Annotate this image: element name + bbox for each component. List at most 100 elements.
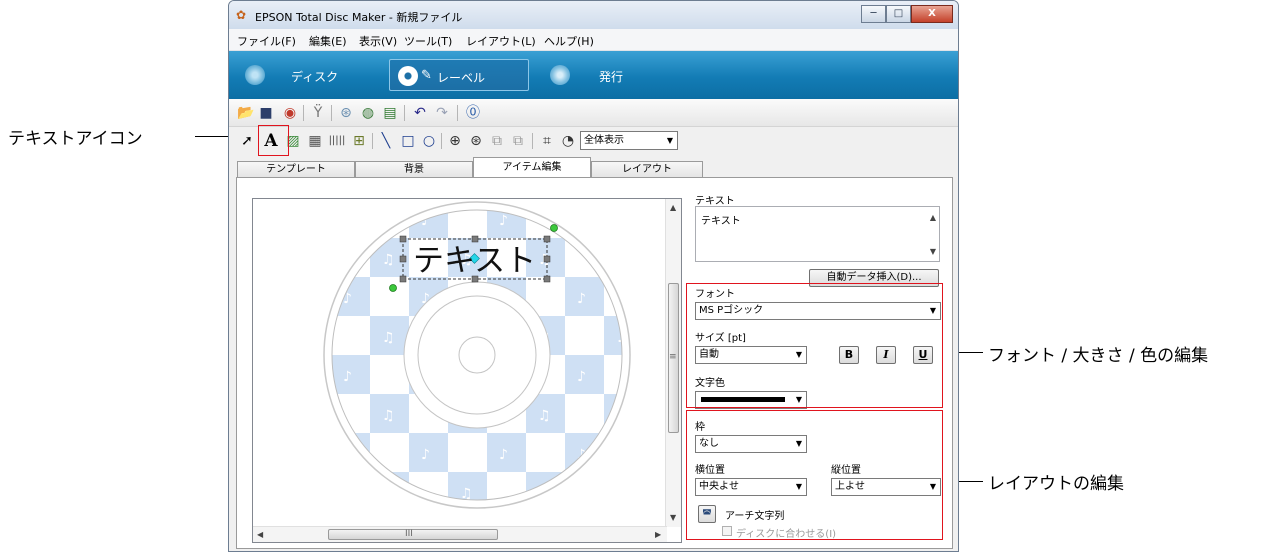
menu-view[interactable]: 表示(V) — [359, 33, 397, 49]
toolbar-separator — [404, 105, 405, 121]
toolbar-separator — [303, 105, 304, 121]
vertical-position-select[interactable]: 上よせ ▼ — [831, 478, 941, 496]
pen-icon: ✎ — [421, 68, 432, 83]
frame-select[interactable]: なし ▼ — [695, 435, 807, 453]
zoom-value: 全体表示 — [584, 135, 624, 146]
callout-text-icon: テキストアイコン — [8, 129, 143, 149]
vertical-position-label: 縦位置 — [831, 465, 861, 476]
maximize-button[interactable]: □ — [886, 5, 911, 23]
disc-copy-icon[interactable]: ⊛ — [337, 104, 355, 122]
chevron-down-icon: ▼ — [795, 482, 802, 491]
arch-icon: ◚ — [702, 509, 712, 520]
arch-text-label: アーチ文字列 — [725, 511, 785, 522]
chevron-down-icon: ▼ — [795, 350, 802, 359]
title-bar[interactable]: ✿ EPSON Total Disc Maker - 新規ファイル ─ □ X — [229, 1, 958, 29]
close-button[interactable]: X — [911, 5, 953, 23]
toolbar-separator — [457, 105, 458, 121]
app-window: ✿ EPSON Total Disc Maker - 新規ファイル ─ □ X … — [228, 0, 959, 552]
chevron-down-icon: ▼ — [929, 306, 936, 315]
mode-tab-disc[interactable]: ディスク — [237, 59, 357, 91]
bring-front-icon[interactable]: ⧉ — [488, 132, 506, 150]
arch-text-button[interactable]: ◚ — [698, 505, 716, 523]
horizontal-position-label: 横位置 — [695, 465, 725, 476]
barcode-icon[interactable]: ||||| — [328, 132, 346, 150]
frame-label: 枠 — [695, 422, 705, 433]
font-label: フォント — [695, 289, 735, 300]
label-disc-icon — [398, 66, 418, 86]
label-canvas[interactable]: ♪ ♫ — [252, 198, 682, 543]
image-icon[interactable]: ▨ — [284, 132, 302, 150]
vertical-position-value: 上よせ — [835, 481, 865, 492]
crop-icon[interactable]: ⌗ — [538, 132, 556, 150]
scroll-left-icon[interactable]: ◀ — [257, 530, 263, 539]
scroll-down-icon[interactable]: ▼ — [930, 247, 936, 256]
auto-insert-data-button[interactable]: 自動データ挿入(D)... — [809, 269, 939, 287]
disc-view-icon[interactable]: ◔ — [559, 132, 577, 150]
select-arrow-icon[interactable]: ➚ — [238, 132, 256, 150]
text-input-value: テキスト — [701, 216, 741, 227]
menu-file[interactable]: ファイル(F) — [237, 33, 296, 49]
bold-button[interactable]: B — [839, 346, 859, 364]
size-label: サイズ [pt] — [695, 333, 746, 344]
callout-layout-edit: レイアウトの編集 — [988, 474, 1124, 494]
menu-edit[interactable]: 編集(E) — [309, 33, 347, 49]
scroll-down-icon[interactable]: ▼ — [670, 513, 676, 522]
tab-item-edit[interactable]: アイテム編集 — [473, 157, 591, 178]
tab-template[interactable]: テンプレート — [237, 161, 355, 178]
menu-layout[interactable]: レイアウト(L) — [466, 33, 536, 49]
item-toolbar: ➚ A ▨ ▦ ||||| ⊞ ╲ □ ○ ⊕ ⊛ ⧉ ⧉ ⌗ ◔ 全体表示 ▼ — [229, 127, 958, 155]
fit-disc-checkbox[interactable] — [722, 526, 732, 536]
save-icon[interactable]: ■ — [257, 104, 275, 122]
grid-icon[interactable]: ▦ — [306, 132, 324, 150]
text-input[interactable]: テキスト ▲ ▼ — [695, 206, 940, 262]
web-icon[interactable]: ◍ — [359, 104, 377, 122]
text-tool-icon[interactable]: A — [262, 132, 280, 150]
horizontal-scroll-thumb[interactable] — [328, 529, 498, 540]
zoom-select[interactable]: 全体表示 ▼ — [580, 131, 678, 150]
font-select[interactable]: MS Pゴシック ▼ — [695, 302, 941, 320]
canvas-text-item[interactable]: テキスト — [413, 235, 536, 280]
scroll-right-icon[interactable]: ▶ — [655, 530, 661, 539]
scroll-grip: ≡ — [669, 352, 677, 362]
menu-tools[interactable]: ツール(T) — [404, 33, 452, 49]
size-select[interactable]: 自動 ▼ — [695, 346, 807, 364]
item-edit-panel: ♪ ♫ — [236, 177, 953, 549]
print-icon[interactable]: ◉ — [281, 104, 299, 122]
data-icon[interactable]: ▤ — [381, 104, 399, 122]
underline-button[interactable]: U — [913, 346, 933, 364]
text-color-select[interactable]: ▼ — [695, 391, 807, 409]
vertical-scrollbar[interactable]: ▲ ≡ ▼ — [665, 199, 681, 527]
redo-icon[interactable]: ↷ — [433, 104, 451, 122]
chevron-down-icon: ▼ — [929, 482, 936, 491]
scroll-up-icon[interactable]: ▲ — [930, 213, 936, 222]
middle-align-icon[interactable]: ⊛ — [467, 132, 485, 150]
line-icon[interactable]: ╲ — [377, 132, 395, 150]
chevron-down-icon: ▼ — [795, 439, 802, 448]
toolbar-separator — [441, 133, 442, 149]
tab-background[interactable]: 背景 — [355, 161, 473, 178]
settings-icon[interactable]: Ÿ — [309, 104, 327, 122]
italic-button[interactable]: I — [876, 346, 896, 364]
window-title: EPSON Total Disc Maker - 新規ファイル — [255, 11, 463, 24]
scroll-up-icon[interactable]: ▲ — [670, 203, 676, 212]
center-align-icon[interactable]: ⊕ — [446, 132, 464, 150]
tab-layout[interactable]: レイアウト — [591, 161, 703, 178]
mode-tab-label[interactable]: ✎ レーベル — [389, 59, 529, 91]
open-folder-icon[interactable]: 📂 — [237, 104, 255, 122]
horizontal-position-value: 中央よせ — [699, 481, 739, 492]
mode-tab-publish[interactable]: 発行 — [542, 59, 652, 91]
text-label: テキスト — [695, 196, 735, 207]
undo-icon[interactable]: ↶ — [411, 104, 429, 122]
color-swatch — [701, 397, 785, 402]
rectangle-icon[interactable]: □ — [399, 132, 417, 150]
ellipse-icon[interactable]: ○ — [420, 132, 438, 150]
minimize-button[interactable]: ─ — [861, 5, 886, 23]
horizontal-position-select[interactable]: 中央よせ ▼ — [695, 478, 807, 496]
send-back-icon[interactable]: ⧉ — [509, 132, 527, 150]
tree-icon[interactable]: ⊞ — [350, 132, 368, 150]
size-select-value: 自動 — [699, 349, 719, 360]
horizontal-scrollbar[interactable]: ◀ III ▶ — [253, 526, 667, 542]
menu-help[interactable]: ヘルプ(H) — [544, 33, 594, 49]
toolbar-separator — [532, 133, 533, 149]
help-icon[interactable]: ⓪ — [464, 104, 482, 122]
